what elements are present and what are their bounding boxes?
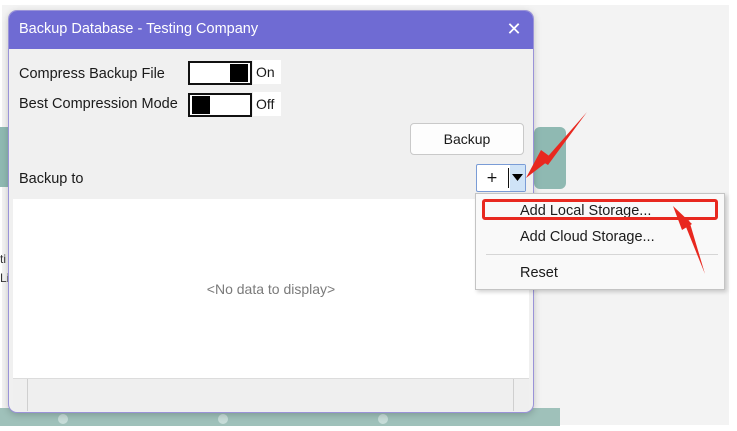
menu-separator	[486, 254, 718, 255]
dialog-title-bar: Backup Database - Testing Company ✕	[9, 11, 533, 49]
best-compression-label: Best Compression Mode	[19, 96, 178, 112]
compress-backup-toggle[interactable]	[188, 61, 252, 85]
grid-column-divider	[27, 379, 28, 411]
close-button[interactable]: ✕	[503, 19, 525, 41]
close-icon: ✕	[506, 19, 522, 40]
background-clipped-text: ti	[0, 252, 6, 266]
toggle-knob	[192, 96, 210, 114]
menu-item-add-cloud-storage[interactable]: Add Cloud Storage...	[520, 229, 655, 245]
best-compression-toggle[interactable]	[188, 93, 252, 117]
backup-button[interactable]: Backup	[410, 123, 524, 155]
annotation-highlight-box	[482, 199, 718, 220]
grid-footer	[13, 378, 529, 411]
add-storage-dropdown[interactable]: +	[476, 164, 526, 192]
best-compression-state: Off	[253, 92, 281, 116]
empty-grid-message: <No data to display>	[206, 281, 336, 297]
chevron-down-icon	[512, 174, 523, 181]
background-panel-right	[534, 127, 566, 189]
background-clipped-text: Li	[0, 271, 10, 285]
menu-item-reset[interactable]: Reset	[520, 265, 558, 281]
grid-column-divider	[513, 379, 514, 411]
backup-database-dialog: Backup Database - Testing Company ✕ Comp…	[9, 11, 533, 412]
toggle-knob	[230, 64, 248, 82]
dropdown-arrow-button[interactable]	[510, 165, 525, 191]
compress-backup-label: Compress Backup File	[19, 66, 165, 82]
compress-backup-state: On	[253, 60, 281, 84]
dropdown-separator	[508, 168, 509, 188]
dialog-title: Backup Database - Testing Company	[19, 21, 259, 37]
add-storage-button[interactable]: +	[477, 165, 507, 191]
backup-to-label: Backup to	[19, 171, 84, 187]
